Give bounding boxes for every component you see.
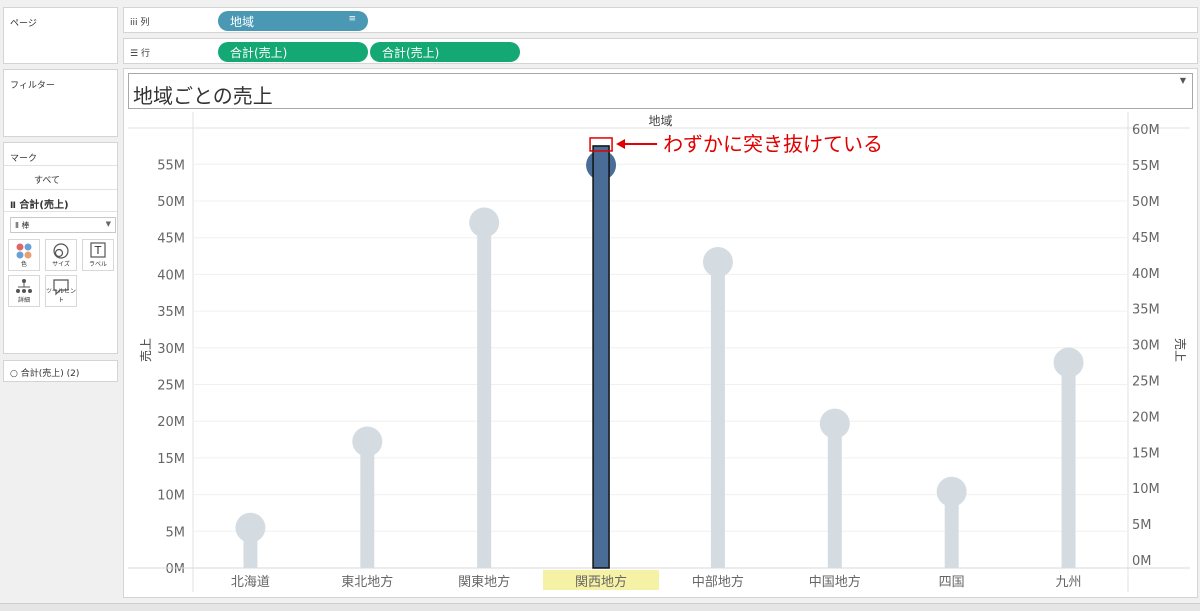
lollipop-head <box>235 512 266 543</box>
right-axis-tick: 45M <box>1132 231 1160 246</box>
right-axis-tick: 40M <box>1132 267 1160 282</box>
left-axis-tick: 15M <box>157 452 185 467</box>
left-axis-tick: 10M <box>157 489 185 504</box>
lollipop-head <box>819 408 850 439</box>
left-axis-tick: 20M <box>157 415 185 430</box>
bottom-tab-bar <box>0 603 1200 611</box>
annotation-text: わずかに突き抜けている <box>663 132 883 156</box>
left-axis-title: 売上 <box>138 338 153 362</box>
lollipop-stem <box>944 498 959 568</box>
category-label: 関西地方 <box>575 574 627 590</box>
left-axis-tick: 5M <box>166 525 186 540</box>
category-label: 関東地方 <box>458 574 510 590</box>
lollipop-head <box>352 426 383 457</box>
right-axis-tick: 30M <box>1132 339 1160 354</box>
left-axis-tick: 40M <box>157 268 185 283</box>
column-header-label: 地域 <box>648 114 672 128</box>
right-axis-tick: 10M <box>1132 482 1160 497</box>
lollipop-head <box>469 207 500 238</box>
lollipop-head <box>936 476 967 507</box>
right-axis-tick: 25M <box>1132 375 1160 390</box>
lollipop-stem <box>477 223 492 568</box>
highlighted-bar <box>592 145 610 569</box>
right-axis-tick: 5M <box>1132 518 1152 533</box>
annotation-arrow-head <box>616 138 626 149</box>
lollipop-stem <box>1061 366 1076 568</box>
left-axis-tick: 30M <box>157 342 185 357</box>
left-axis-tick: 35M <box>157 305 185 320</box>
right-axis-tick: 15M <box>1132 446 1160 461</box>
right-axis-tick: 20M <box>1132 410 1160 425</box>
category-label: 四国 <box>939 575 965 590</box>
category-label: 東北地方 <box>341 574 393 590</box>
right-axis-tick: 60M <box>1132 123 1160 138</box>
lollipop-stem <box>710 263 725 568</box>
right-axis-tick: 0M <box>1132 554 1152 569</box>
left-axis-tick: 25M <box>157 379 185 394</box>
left-axis-tick: 0M <box>166 562 186 577</box>
right-axis-tick: 35M <box>1132 303 1160 318</box>
lollipop-stem <box>827 428 842 568</box>
left-axis-tick: 55M <box>157 158 185 173</box>
right-axis-title: 売上 <box>1173 338 1188 362</box>
left-axis-tick: 45M <box>157 232 185 247</box>
right-axis-tick: 55M <box>1132 159 1160 174</box>
right-axis-tick: 50M <box>1132 195 1160 210</box>
category-label: 北海道 <box>231 575 270 590</box>
lollipop-chart: 地域 0M 5M 10M 15M 20M 25M 30M 35M 40M 45M 50M 55M 0M 5M… <box>128 112 1190 592</box>
left-axis-tick: 50M <box>157 195 185 210</box>
lollipop-stem <box>360 446 375 568</box>
category-label: 九州 <box>1056 575 1082 590</box>
lollipop-head <box>702 247 733 278</box>
category-label: 中国地方 <box>809 574 861 590</box>
lollipop-head <box>1053 347 1084 378</box>
category-label: 中部地方 <box>692 574 744 590</box>
